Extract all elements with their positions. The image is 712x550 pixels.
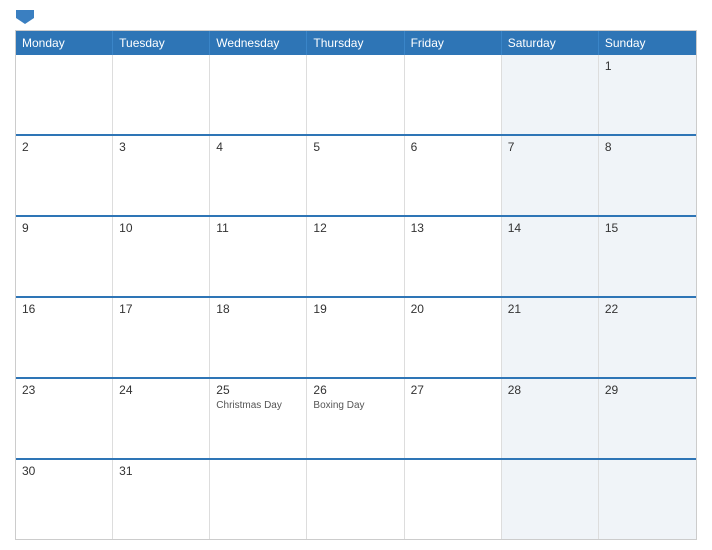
day-number: 15 bbox=[605, 221, 690, 235]
day-number: 19 bbox=[313, 302, 397, 316]
day-number: 20 bbox=[411, 302, 495, 316]
day-number: 10 bbox=[119, 221, 203, 235]
week-row-4: 16 17 18 19 20 21 22 bbox=[16, 296, 696, 377]
day-cell: 9 bbox=[16, 217, 113, 296]
day-cell bbox=[405, 460, 502, 539]
day-cell: 23 bbox=[16, 379, 113, 458]
day-cell: 7 bbox=[502, 136, 599, 215]
day-cell: 12 bbox=[307, 217, 404, 296]
day-number: 18 bbox=[216, 302, 300, 316]
day-number: 4 bbox=[216, 140, 300, 154]
day-number: 29 bbox=[605, 383, 690, 397]
week-row-3: 9 10 11 12 13 14 15 bbox=[16, 215, 696, 296]
day-number: 2 bbox=[22, 140, 106, 154]
day-headers-row: MondayTuesdayWednesdayThursdayFridaySatu… bbox=[16, 31, 696, 55]
day-number: 26 bbox=[313, 383, 397, 397]
day-number: 8 bbox=[605, 140, 690, 154]
day-cell: 2 bbox=[16, 136, 113, 215]
day-cell: 17 bbox=[113, 298, 210, 377]
day-cell bbox=[113, 55, 210, 134]
day-cell: 27 bbox=[405, 379, 502, 458]
logo-flag-icon bbox=[16, 10, 34, 24]
day-cell bbox=[210, 55, 307, 134]
week-row-6: 30 31 bbox=[16, 458, 696, 539]
day-cell: 21 bbox=[502, 298, 599, 377]
day-header-thursday: Thursday bbox=[307, 31, 404, 55]
day-cell: 26 Boxing Day bbox=[307, 379, 404, 458]
day-cell bbox=[307, 460, 404, 539]
day-cell: 15 bbox=[599, 217, 696, 296]
day-cell: 3 bbox=[113, 136, 210, 215]
calendar-page: MondayTuesdayWednesdayThursdayFridaySatu… bbox=[0, 0, 712, 550]
day-cell bbox=[405, 55, 502, 134]
day-cell: 24 bbox=[113, 379, 210, 458]
day-cell: 8 bbox=[599, 136, 696, 215]
day-number: 7 bbox=[508, 140, 592, 154]
day-event-label: Boxing Day bbox=[313, 399, 397, 412]
day-cell bbox=[502, 55, 599, 134]
day-number: 3 bbox=[119, 140, 203, 154]
day-number: 24 bbox=[119, 383, 203, 397]
day-number: 1 bbox=[605, 59, 690, 73]
day-number: 22 bbox=[605, 302, 690, 316]
day-cell: 4 bbox=[210, 136, 307, 215]
day-header-friday: Friday bbox=[405, 31, 502, 55]
day-cell: 19 bbox=[307, 298, 404, 377]
day-number: 14 bbox=[508, 221, 592, 235]
day-cell: 18 bbox=[210, 298, 307, 377]
day-cell: 30 bbox=[16, 460, 113, 539]
day-cell bbox=[307, 55, 404, 134]
day-cell bbox=[502, 460, 599, 539]
day-number: 23 bbox=[22, 383, 106, 397]
day-cell: 20 bbox=[405, 298, 502, 377]
day-cell: 28 bbox=[502, 379, 599, 458]
week-row-5: 23 24 25 Christmas Day 26 Boxing Day 27 28 29 bbox=[16, 377, 696, 458]
day-header-monday: Monday bbox=[16, 31, 113, 55]
day-header-sunday: Sunday bbox=[599, 31, 696, 55]
day-cell: 6 bbox=[405, 136, 502, 215]
day-cell bbox=[210, 460, 307, 539]
week-row-2: 2345678 bbox=[16, 134, 696, 215]
day-header-tuesday: Tuesday bbox=[113, 31, 210, 55]
day-cell: 31 bbox=[113, 460, 210, 539]
day-number: 25 bbox=[216, 383, 300, 397]
day-cell: 22 bbox=[599, 298, 696, 377]
day-number: 12 bbox=[313, 221, 397, 235]
day-cell: 1 bbox=[599, 55, 696, 134]
header bbox=[15, 10, 697, 24]
day-cell: 13 bbox=[405, 217, 502, 296]
day-cell: 10 bbox=[113, 217, 210, 296]
weeks-container: 1234567891011121314151617181920212223242… bbox=[16, 55, 696, 539]
day-header-wednesday: Wednesday bbox=[210, 31, 307, 55]
logo bbox=[15, 10, 105, 24]
day-cell: 14 bbox=[502, 217, 599, 296]
week-row-1: 1 bbox=[16, 55, 696, 134]
day-cell: 25 Christmas Day bbox=[210, 379, 307, 458]
day-number: 11 bbox=[216, 221, 300, 235]
day-number: 31 bbox=[119, 464, 203, 478]
day-cell bbox=[16, 55, 113, 134]
day-cell bbox=[599, 460, 696, 539]
day-number: 16 bbox=[22, 302, 106, 316]
day-number: 13 bbox=[411, 221, 495, 235]
day-number: 17 bbox=[119, 302, 203, 316]
day-number: 5 bbox=[313, 140, 397, 154]
day-number: 6 bbox=[411, 140, 495, 154]
day-cell: 29 bbox=[599, 379, 696, 458]
calendar-grid: MondayTuesdayWednesdayThursdayFridaySatu… bbox=[15, 30, 697, 540]
day-number: 9 bbox=[22, 221, 106, 235]
day-event-label: Christmas Day bbox=[216, 399, 300, 412]
day-number: 21 bbox=[508, 302, 592, 316]
day-header-saturday: Saturday bbox=[502, 31, 599, 55]
day-number: 27 bbox=[411, 383, 495, 397]
day-number: 30 bbox=[22, 464, 106, 478]
day-cell: 11 bbox=[210, 217, 307, 296]
day-cell: 16 bbox=[16, 298, 113, 377]
day-cell: 5 bbox=[307, 136, 404, 215]
day-number: 28 bbox=[508, 383, 592, 397]
